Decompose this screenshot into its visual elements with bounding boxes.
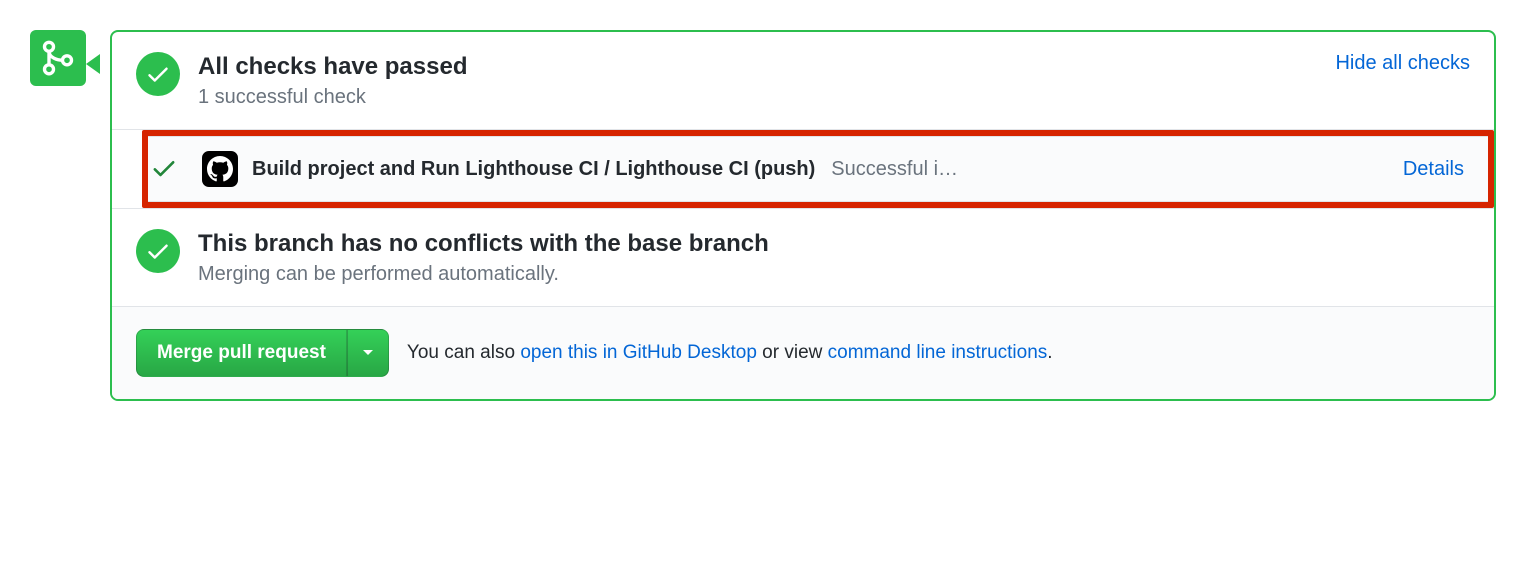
conflicts-section: This branch has no conflicts with the ba… (112, 209, 1494, 307)
check-icon (145, 238, 171, 264)
checks-status-circle (136, 52, 180, 96)
caret-down-icon (362, 349, 374, 357)
command-line-instructions-link[interactable]: command line instructions (828, 342, 1048, 363)
checks-list-section: Build project and Run Lighthouse CI / Li… (112, 130, 1494, 209)
check-row: Build project and Run Lighthouse CI / Li… (148, 136, 1488, 202)
merge-pull-request-button[interactable]: Merge pull request (136, 329, 347, 377)
github-actions-avatar (202, 151, 238, 187)
merge-text-before: You can also (407, 342, 520, 363)
conflicts-subtitle: Merging can be performed automatically. (198, 263, 1470, 286)
checks-summary-section: All checks have passed 1 successful chec… (112, 32, 1494, 130)
merge-dropdown-button[interactable] (347, 329, 389, 377)
check-details-link[interactable]: Details (1403, 158, 1464, 181)
conflicts-status-circle (136, 229, 180, 273)
merge-text-after: . (1047, 342, 1052, 363)
checks-subtitle: 1 successful check (198, 86, 1323, 109)
github-icon (207, 156, 233, 182)
check-icon (145, 61, 171, 87)
merge-status-badge (30, 30, 86, 86)
merge-panel: All checks have passed 1 successful chec… (110, 30, 1496, 401)
check-success-icon (150, 154, 178, 185)
checks-title: All checks have passed (198, 52, 1323, 82)
merge-text-mid: or view (757, 342, 828, 363)
open-github-desktop-link[interactable]: open this in GitHub Desktop (520, 342, 757, 363)
conflicts-title: This branch has no conflicts with the ba… (198, 229, 1470, 259)
check-name: Build project and Run Lighthouse CI / Li… (252, 158, 815, 181)
merge-section: Merge pull request You can also open thi… (112, 307, 1494, 399)
merge-help-text: You can also open this in GitHub Desktop… (407, 342, 1053, 364)
merge-button-group: Merge pull request (136, 329, 389, 377)
toggle-checks-link[interactable]: Hide all checks (1335, 52, 1470, 75)
git-merge-icon (40, 40, 76, 76)
check-status-text: Successful i… (831, 158, 958, 181)
